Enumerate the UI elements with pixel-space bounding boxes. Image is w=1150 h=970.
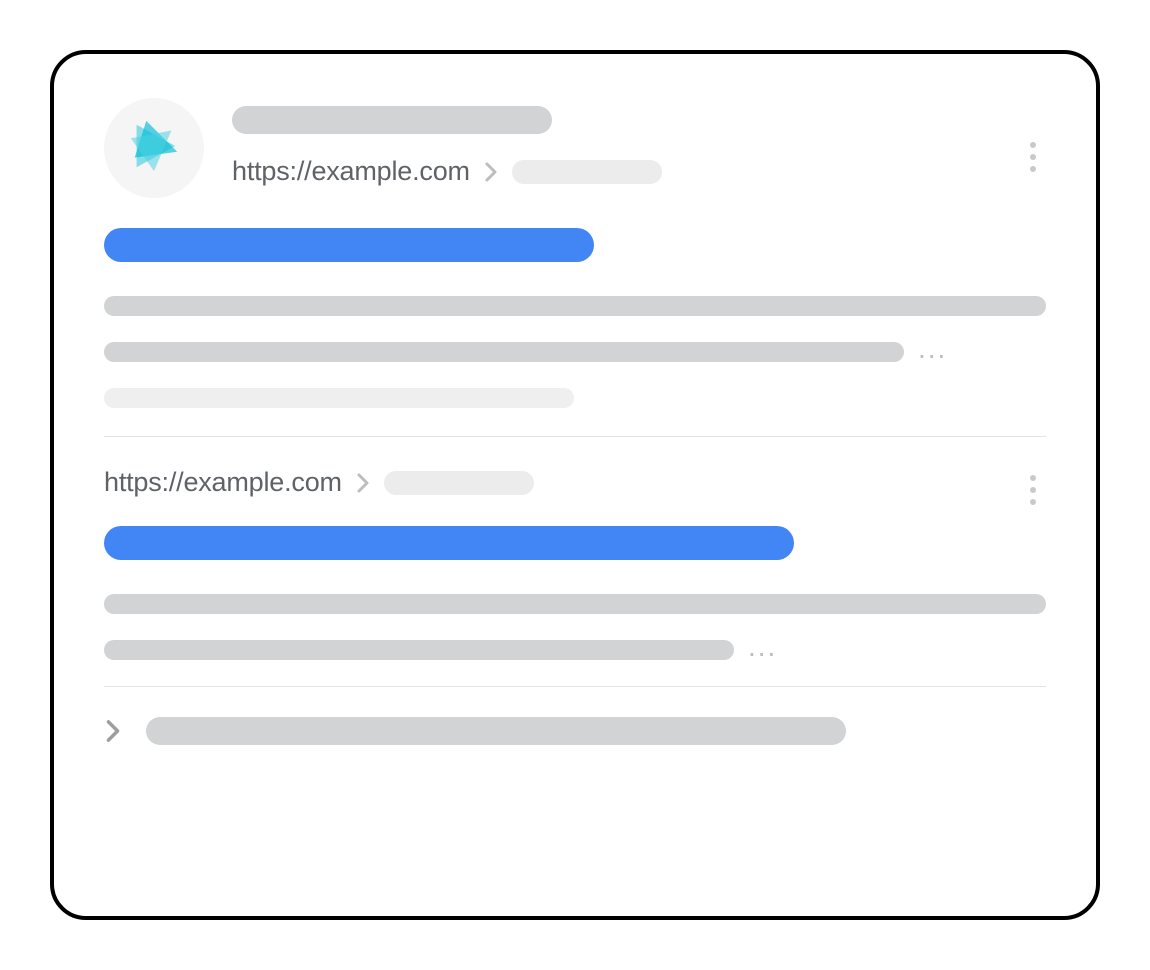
play-star-icon [125, 117, 183, 180]
chevron-right-icon [354, 474, 372, 492]
more-options-button[interactable] [1026, 138, 1040, 176]
url-text[interactable]: https://example.com [232, 156, 470, 187]
breadcrumb-placeholder [512, 160, 662, 184]
search-result-card: https://example.com ... https://example.… [50, 50, 1100, 920]
chevron-right-icon [482, 163, 500, 181]
snippet-line-row: ... [104, 640, 1046, 660]
divider [104, 686, 1046, 687]
chevron-right-icon [104, 722, 122, 740]
favicon [104, 98, 204, 198]
site-name-placeholder [232, 106, 552, 134]
expand-label-placeholder [146, 717, 846, 745]
snippet-line-row: ... [104, 342, 1046, 362]
sitelink-result: https://example.com ... [104, 467, 1046, 660]
url-text[interactable]: https://example.com [104, 467, 342, 498]
snippet-line [104, 640, 734, 660]
expand-row[interactable] [104, 717, 1046, 745]
url-breadcrumb[interactable]: https://example.com [232, 156, 1046, 187]
breadcrumb-placeholder [384, 471, 534, 495]
result-title-placeholder[interactable] [104, 526, 794, 560]
more-options-button[interactable] [1026, 471, 1040, 509]
snippet-line [104, 342, 904, 362]
result-title-placeholder[interactable] [104, 228, 594, 262]
divider [104, 436, 1046, 437]
ellipsis-icon: ... [748, 642, 777, 652]
snippet-line [104, 296, 1046, 316]
result-header: https://example.com [104, 98, 1046, 198]
snippet-line [104, 594, 1046, 614]
header-text-block: https://example.com [232, 98, 1046, 187]
url-breadcrumb[interactable]: https://example.com [104, 467, 1046, 498]
metadata-placeholder [104, 388, 574, 408]
ellipsis-icon: ... [918, 344, 947, 354]
